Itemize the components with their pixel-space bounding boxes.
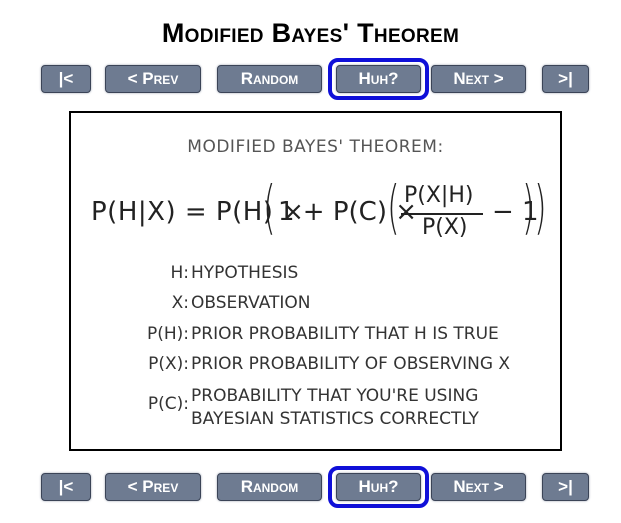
bottom-nav: |< < Prev Random Huh? Next > >| <box>0 473 621 501</box>
comic-heading: MODIFIED BAYES' THEOREM: <box>187 137 444 157</box>
definition-row: X: OBSERVATION <box>71 293 560 317</box>
comic-panel: MODIFIED BAYES' THEOREM: P(H|X) = P(H) ×… <box>69 111 562 451</box>
definition-text: OBSERVATION <box>191 293 311 313</box>
next-button[interactable]: Next > <box>431 65 526 93</box>
page-title: Modified Bayes' Theorem <box>161 18 460 48</box>
prev-button[interactable]: < Prev <box>105 65 201 93</box>
huh-button[interactable]: Huh? <box>336 65 421 93</box>
formula-numerator: P(X|H) <box>404 183 474 208</box>
next-button[interactable]: Next > <box>431 473 526 501</box>
formula-close-outer: ) <box>534 173 547 241</box>
definition-row: P(H): PRIOR PROBABILITY THAT H IS TRUE <box>71 324 560 348</box>
definition-symbol: P(X): <box>148 354 189 374</box>
definition-row: BAYESIAN STATISTICS CORRECTLY <box>71 409 560 433</box>
bayes-formula: P(H|X) = P(H) × ( 1 + P(C) × ( P(X|H) P(… <box>71 173 560 253</box>
formula-denominator: P(X) <box>422 215 468 240</box>
prev-button[interactable]: < Prev <box>105 473 201 501</box>
definition-text: PRIOR PROBABILITY THAT H IS TRUE <box>191 324 499 344</box>
top-nav: |< < Prev Random Huh? Next > >| <box>0 65 621 93</box>
formula-open-inner: ( <box>387 173 400 241</box>
definition-symbol: X: <box>171 293 189 313</box>
definition-text: PRIOR PROBABILITY OF OBSERVING X <box>191 354 511 374</box>
first-button[interactable]: |< <box>41 473 91 501</box>
definition-text: BAYESIAN STATISTICS CORRECTLY <box>191 409 479 429</box>
definition-symbol: P(H): <box>146 324 189 344</box>
first-button[interactable]: |< <box>41 65 91 93</box>
definition-row: P(X): PRIOR PROBABILITY OF OBSERVING X <box>71 354 560 378</box>
definition-symbol: H: <box>170 263 189 283</box>
last-button[interactable]: >| <box>542 473 589 501</box>
formula-close-inner: ) <box>522 173 535 241</box>
definition-row: H: HYPOTHESIS <box>71 263 560 287</box>
definition-row: P(C): PROBABILITY THAT YOU'RE USING <box>71 386 560 414</box>
formula-open-outer: ( <box>263 173 276 241</box>
definition-text: PROBABILITY THAT YOU'RE USING <box>191 386 479 406</box>
random-button[interactable]: Random <box>217 65 322 93</box>
last-button[interactable]: >| <box>542 65 589 93</box>
random-button[interactable]: Random <box>217 473 322 501</box>
huh-button[interactable]: Huh? <box>336 473 421 501</box>
definition-text: HYPOTHESIS <box>191 263 299 283</box>
